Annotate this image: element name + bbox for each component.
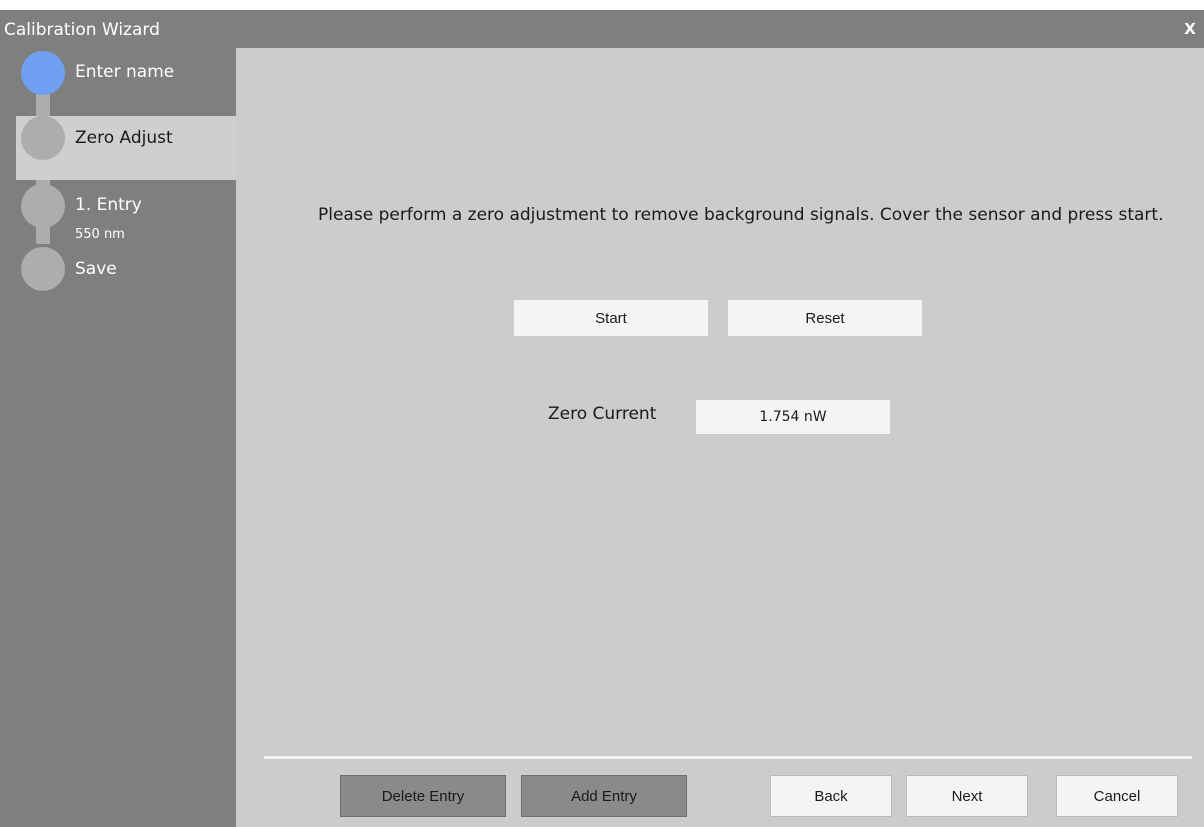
step-complete-icon [21,51,65,95]
zero-current-value: 1.754 nW [696,400,890,434]
zero-current-label: Zero Current [548,404,657,424]
window-title: Calibration Wizard [4,20,160,40]
start-button[interactable]: Start [514,300,708,336]
step-pending-icon [21,184,65,228]
step-label: Zero Adjust [75,128,173,148]
main-panel: Please perform a zero adjustment to remo… [236,48,1204,827]
footer-divider [264,756,1192,759]
reset-button[interactable]: Reset [728,300,922,336]
step-label: 1. Entry [75,195,142,215]
wizard-steps-sidebar: Enter name Zero Adjust 1. Entry 550 nm S… [0,48,236,827]
title-bar: Calibration Wizard X [0,10,1204,48]
step-label: Save [75,259,117,279]
back-button[interactable]: Back [770,775,892,817]
delete-entry-button[interactable]: Delete Entry [340,775,506,817]
add-entry-button[interactable]: Add Entry [521,775,687,817]
next-button[interactable]: Next [906,775,1028,817]
instructions-text: Please perform a zero adjustment to remo… [318,205,1164,225]
step-sublabel: 550 nm [75,227,125,242]
cancel-button[interactable]: Cancel [1056,775,1178,817]
step-current-icon [21,116,65,160]
step-label: Enter name [75,62,175,82]
step-pending-icon [21,247,65,291]
close-button[interactable]: X [1179,18,1201,40]
calibration-wizard-window: Calibration Wizard X Enter name Zero Adj… [0,0,1204,827]
